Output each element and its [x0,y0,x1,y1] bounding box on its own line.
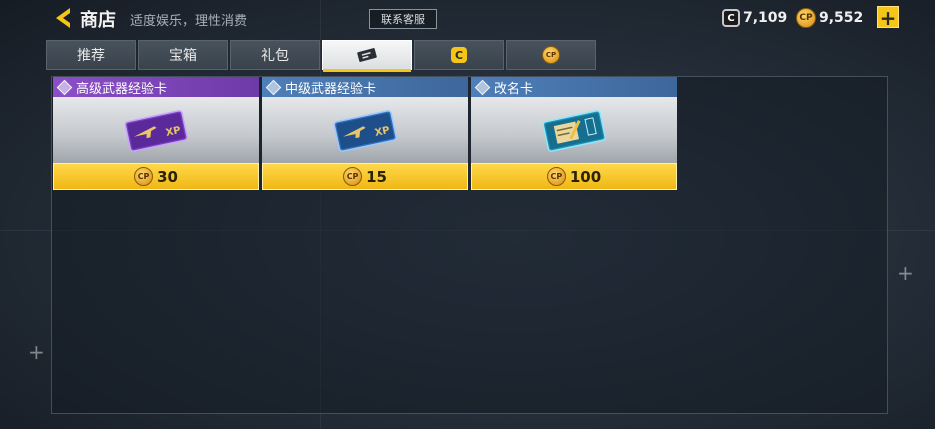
cp-currency-icon: CP [542,46,560,64]
item-price: 30 [157,167,178,186]
rarity-diamond-icon [474,79,491,95]
cp-currency-balance: CP 9,552 [796,8,863,28]
add-currency-button[interactable]: + [877,6,899,29]
crosshair-decoration-icon: + [897,261,914,285]
item-image-area: XP [262,97,468,163]
item-header: 高级武器经验卡 [53,77,259,97]
c-currency-icon: C [722,9,740,27]
page-title: 商店 [80,10,116,31]
tab-label: 推荐 [77,48,105,64]
crosshair-decoration-icon: + [28,340,45,364]
rarity-diamond-icon [265,79,282,95]
tab-recommended[interactable]: 推荐 [46,40,136,70]
cp-currency-amount: 9,552 [819,10,864,26]
tab-cp-currency[interactable]: CP [506,40,596,70]
tab-bundles[interactable]: 礼包 [230,40,320,70]
item-price: 15 [366,167,387,186]
weapon-xp-card-icon: XP [124,110,188,152]
cp-currency-icon: CP [546,167,566,186]
buy-price-button[interactable]: CP 100 [471,163,677,190]
c-currency-icon: C [451,47,467,63]
item-image-area: XP [53,97,259,163]
shop-tabs: 推荐 宝箱 礼包 C CP [46,40,598,72]
tab-label: 宝箱 [169,48,197,64]
shop-item-card[interactable]: 中级武器经验卡 XP CP 15 [262,77,468,191]
tab-c-currency[interactable]: C [414,40,504,70]
ticket-icon [357,48,377,62]
shop-item-card[interactable]: 改名卡 CP 100 [471,77,677,191]
c-currency-balance: C 7,109 [722,8,787,28]
page-subtitle: 适度娱乐，理性消费 [130,14,248,29]
cp-currency-icon: CP [134,167,154,186]
weapon-xp-card-icon: XP [333,110,397,152]
item-image-area [471,97,677,163]
buy-price-button[interactable]: CP 30 [53,163,259,190]
cp-currency-icon: CP [343,167,363,186]
shop-item-card[interactable]: 高级武器经验卡 XP CP 30 [53,77,259,191]
rename-card-icon [542,110,606,152]
item-name: 高级武器经验卡 [76,81,168,97]
c-currency-amount: 7,109 [743,10,788,26]
buy-price-button[interactable]: CP 15 [262,163,468,190]
contact-support-button[interactable]: 联系客服 [369,9,437,29]
rarity-diamond-icon [56,79,73,95]
back-arrow-icon [56,8,70,28]
tab-label: 礼包 [261,48,289,64]
item-header: 中级武器经验卡 [262,77,468,97]
back-button[interactable] [52,6,74,30]
item-name: 中级武器经验卡 [285,81,377,97]
cp-currency-icon: CP [796,8,816,28]
tab-cards[interactable] [322,40,412,72]
item-name: 改名卡 [494,81,534,97]
tab-crates[interactable]: 宝箱 [138,40,228,70]
item-header: 改名卡 [471,77,677,97]
item-price: 100 [569,167,602,186]
